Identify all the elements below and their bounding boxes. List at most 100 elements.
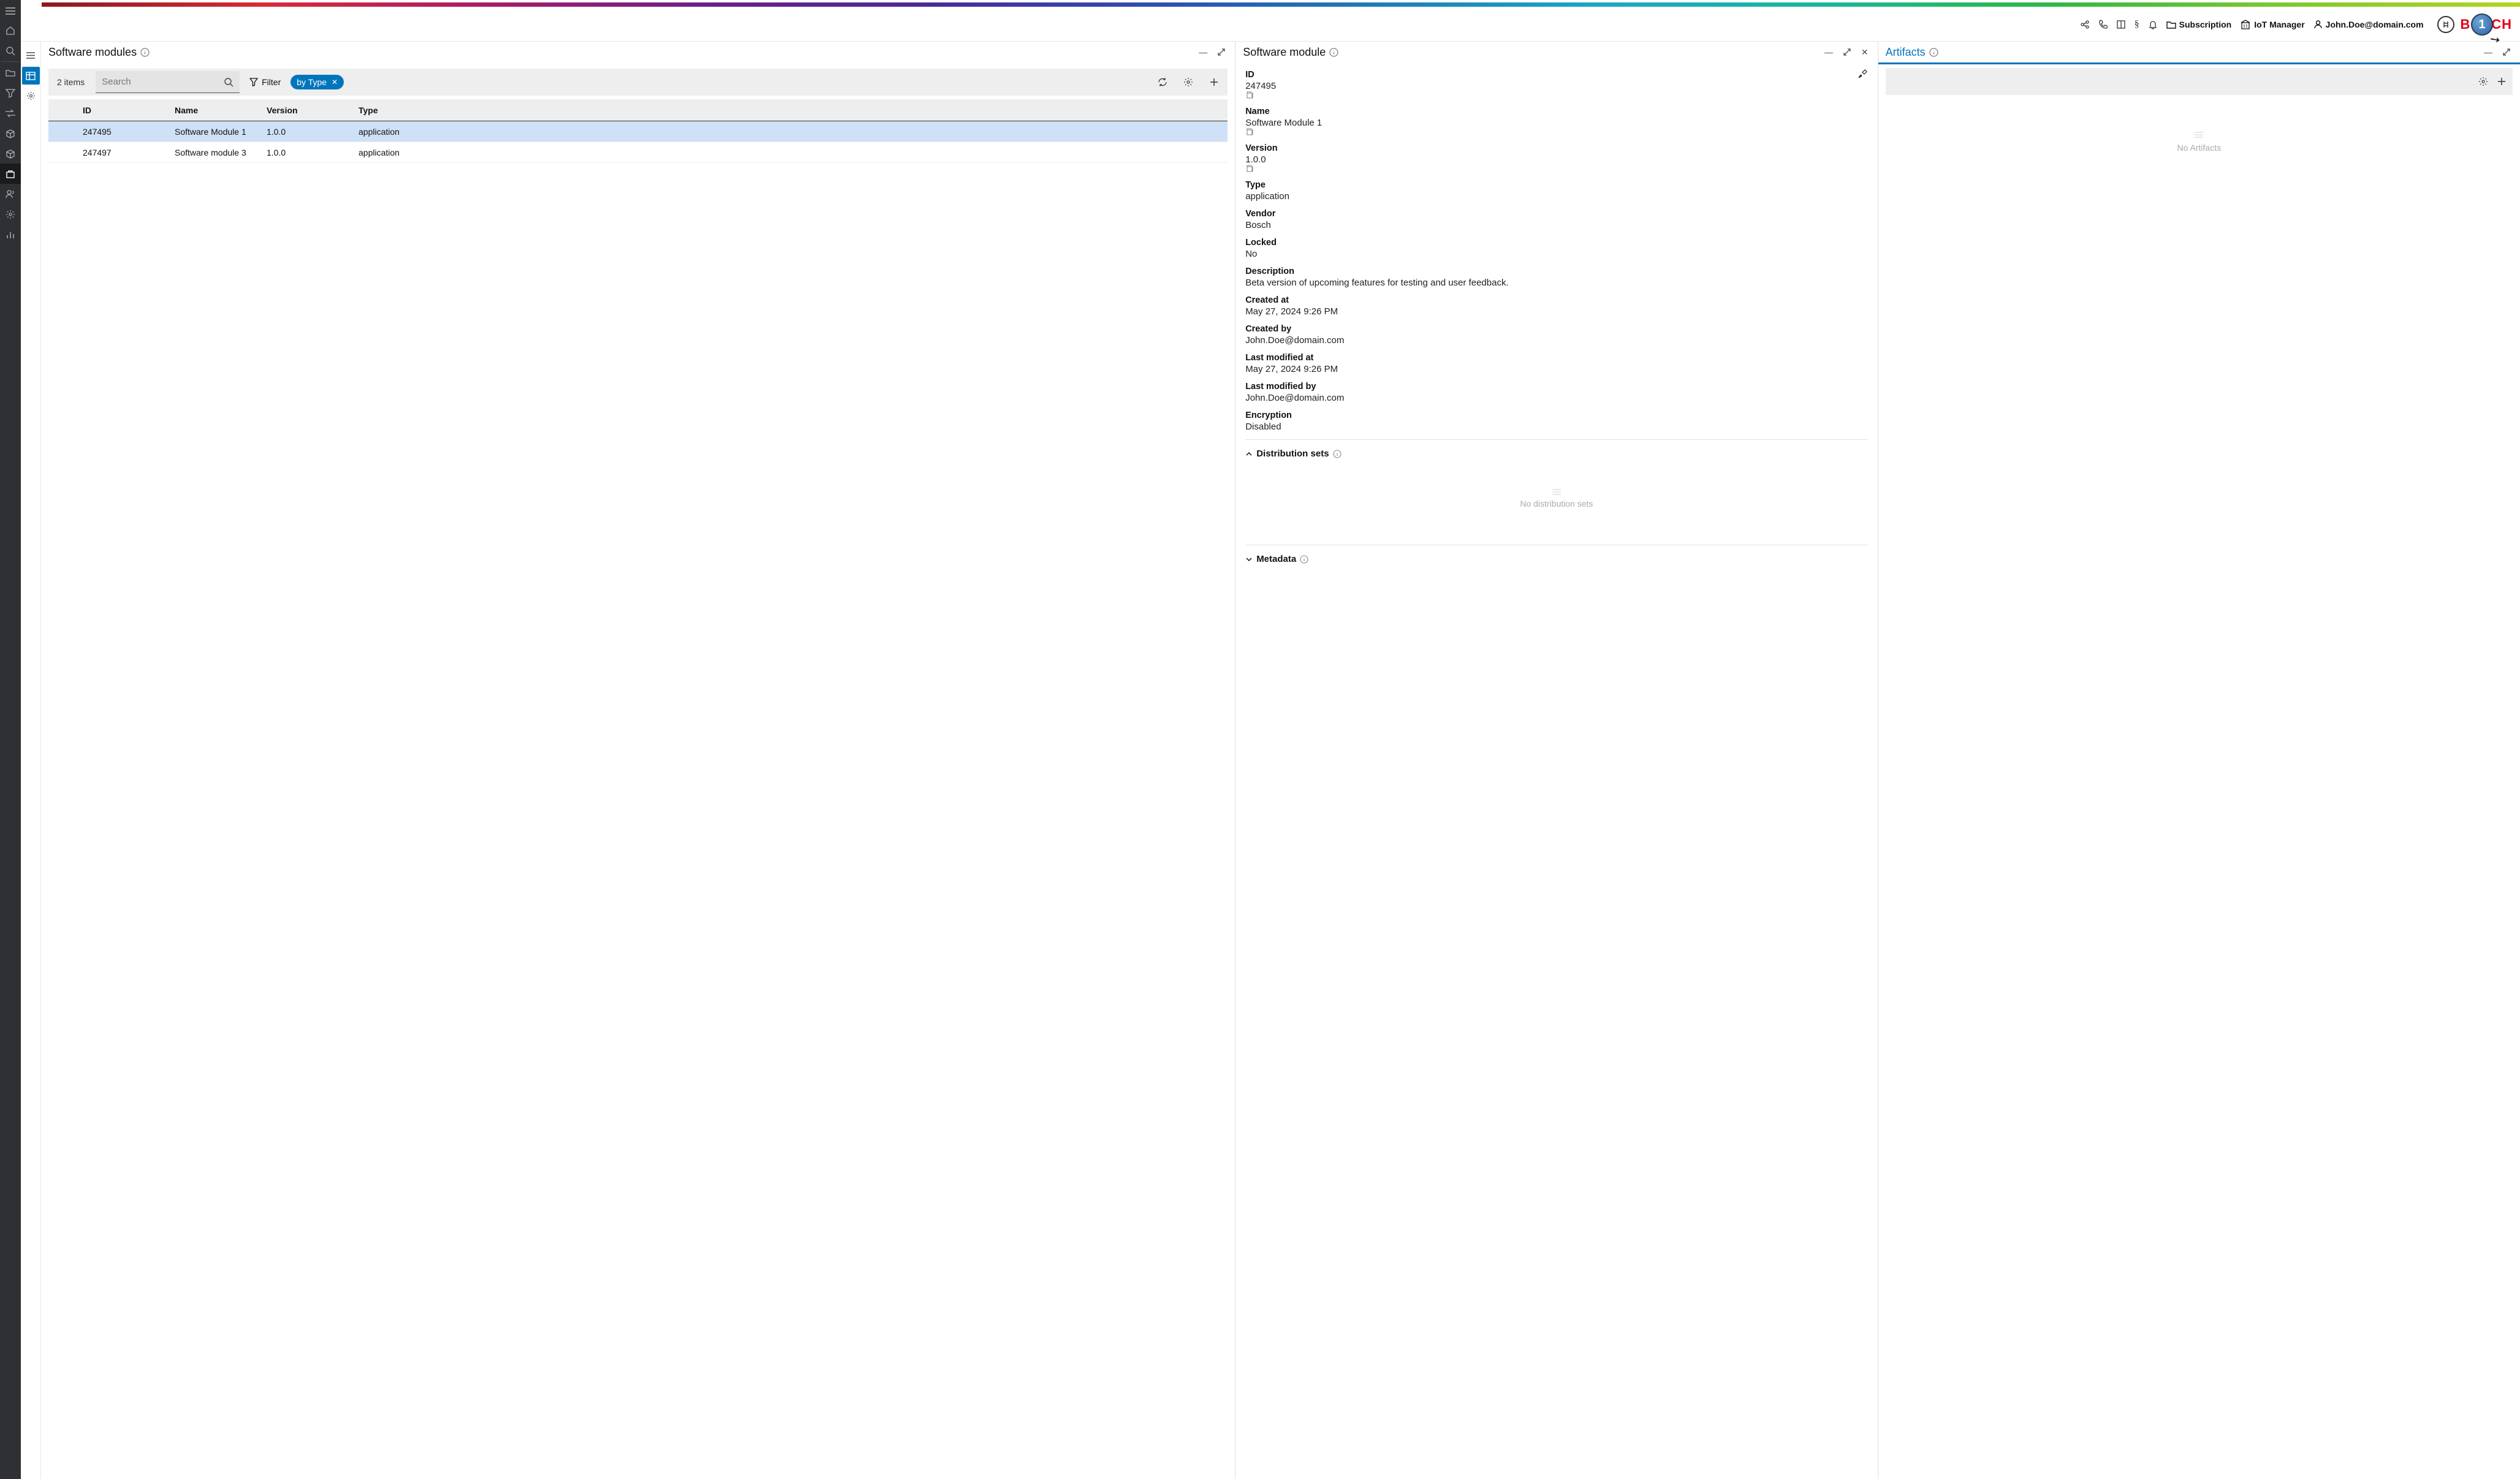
copy-icon[interactable] [1245, 91, 1867, 99]
inner-menu-icon[interactable] [22, 47, 40, 64]
minimize-icon[interactable]: — [1196, 46, 1210, 58]
cell-version: 1.0.0 [267, 148, 359, 157]
top-header: § Subscription IoT Manager John.Doe@doma… [21, 7, 2520, 42]
tools-icon[interactable] [1857, 69, 1868, 80]
info-icon[interactable] [140, 48, 150, 57]
info-icon[interactable] [1329, 48, 1338, 57]
add-icon[interactable] [1204, 77, 1224, 87]
modules-toolbar: 2 items Filter by Type ✕ [48, 69, 1228, 96]
info-icon[interactable] [1333, 450, 1342, 458]
cell-name: Software Module 1 [175, 127, 267, 137]
value-description: Beta version of upcoming features for te… [1245, 278, 1867, 288]
sidebar-item-package-down[interactable] [0, 143, 21, 164]
folder-icon [2166, 20, 2176, 29]
close-icon[interactable]: ✕ [1858, 46, 1872, 59]
settings-icon[interactable] [2478, 77, 2488, 86]
info-icon[interactable] [1929, 48, 1938, 57]
cell-id: 247497 [83, 148, 175, 157]
expand-icon[interactable] [1214, 47, 1229, 58]
sidebar-item-swap[interactable] [0, 103, 21, 123]
building-icon [2240, 20, 2251, 29]
legal-icon[interactable]: § [2135, 19, 2139, 30]
book-icon[interactable] [2116, 20, 2126, 29]
user-menu[interactable]: John.Doe@domain.com [2313, 20, 2424, 29]
bell-icon[interactable] [2148, 20, 2158, 29]
refresh-icon[interactable] [1153, 77, 1172, 87]
label-description: Description [1245, 267, 1867, 276]
iot-manager-button[interactable]: IoT Manager [2240, 20, 2304, 29]
sidebar-item-settings[interactable] [0, 204, 21, 224]
sidebar-item-software-modules[interactable] [0, 164, 21, 184]
label-created-at: Created at [1245, 295, 1867, 305]
metadata-toggle[interactable]: Metadata [1245, 554, 1867, 564]
copy-icon[interactable] [1245, 128, 1867, 136]
sidebar-item-users[interactable] [0, 184, 21, 204]
artifacts-panel-title: Artifacts [1886, 46, 1926, 59]
add-artifact-icon[interactable] [2497, 77, 2507, 86]
search-input[interactable] [102, 77, 224, 87]
distribution-sets-toggle[interactable]: Distribution sets [1245, 448, 1867, 459]
share-icon[interactable] [2080, 20, 2090, 29]
chip-label: by Type [297, 77, 327, 87]
modules-table: ID Name Version Type 247495 Software Mod… [48, 99, 1228, 163]
menu-icon[interactable] [6, 2, 15, 20]
th-type: Type [359, 105, 1223, 115]
th-id: ID [83, 105, 175, 115]
phone-icon[interactable] [2098, 20, 2108, 29]
module-detail-title: Software module [1243, 46, 1326, 59]
expand-icon[interactable] [2499, 47, 2514, 58]
th-version: Version [267, 105, 359, 115]
drag-icon [1552, 489, 1561, 495]
copy-icon[interactable] [1245, 165, 1867, 173]
th-name: Name [175, 105, 267, 115]
cell-name: Software module 3 [175, 148, 267, 157]
chip-remove-icon[interactable]: ✕ [332, 78, 338, 86]
value-modified-at: May 27, 2024 9:26 PM [1245, 364, 1867, 374]
iot-manager-label: IoT Manager [2254, 20, 2304, 29]
artifacts-empty: No Artifacts [1878, 132, 2520, 153]
sidebar-item-folder[interactable] [0, 62, 21, 83]
search-icon[interactable] [224, 77, 233, 87]
artifacts-toolbar [1886, 68, 2513, 95]
filter-label: Filter [262, 77, 281, 87]
minimize-icon[interactable]: — [2481, 46, 2495, 58]
app-sidebar [0, 0, 21, 1479]
table-row[interactable]: 247497 Software module 3 1.0.0 applicati… [48, 142, 1228, 163]
drag-icon [2195, 132, 2203, 138]
label-created-by: Created by [1245, 324, 1867, 334]
table-row[interactable]: 247495 Software Module 1 1.0.0 applicati… [48, 121, 1228, 142]
minimize-icon[interactable]: — [1821, 46, 1836, 58]
settings-icon[interactable] [1178, 77, 1198, 87]
cell-version: 1.0.0 [267, 127, 359, 137]
sidebar-item-package-up[interactable] [0, 123, 21, 143]
callout-badge: 1 [2471, 13, 2493, 36]
value-name: Software Module 1 [1245, 118, 1322, 128]
value-created-by: John.Doe@domain.com [1245, 335, 1867, 346]
sidebar-item-home[interactable] [0, 20, 21, 40]
metadata-title: Metadata [1256, 554, 1296, 564]
table-view-button[interactable] [22, 67, 40, 85]
sidebar-item-stats[interactable] [0, 224, 21, 244]
filter-button[interactable]: Filter [246, 77, 284, 87]
table-header: ID Name Version Type [48, 99, 1228, 121]
sidebar-item-filter[interactable] [0, 83, 21, 103]
search-input-wrapper [96, 71, 240, 93]
item-count: 2 items [52, 77, 89, 87]
inner-settings-button[interactable] [22, 87, 40, 105]
filter-chip-type[interactable]: by Type ✕ [290, 75, 344, 89]
chevron-down-icon [1245, 556, 1253, 563]
label-modified-by: Last modified by [1245, 382, 1867, 392]
software-module-detail-panel: Software module — ✕ ID 247495 Name Softw… [1235, 42, 1878, 1479]
expand-icon[interactable] [1840, 47, 1854, 58]
value-modified-by: John.Doe@domain.com [1245, 393, 1867, 403]
label-version: Version [1245, 143, 1867, 153]
sidebar-item-search[interactable] [0, 40, 21, 61]
value-vendor: Bosch [1245, 220, 1867, 230]
label-name: Name [1245, 107, 1867, 116]
info-icon[interactable] [1300, 555, 1308, 564]
label-id: ID [1245, 70, 1867, 80]
view-switcher-sidebar [21, 42, 41, 1479]
decorative-color-bar [42, 2, 2520, 7]
dist-sets-title: Distribution sets [1256, 448, 1329, 459]
subscription-button[interactable]: Subscription [2166, 20, 2232, 29]
